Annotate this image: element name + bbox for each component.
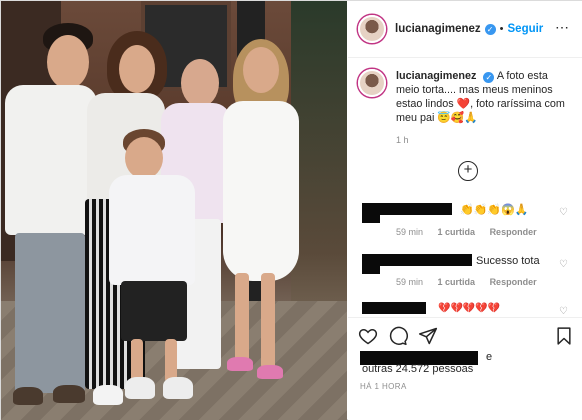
redacted-username <box>362 203 452 215</box>
comment-text: 👏👏👏😱🙏 <box>460 204 529 216</box>
redacted-avatar <box>362 266 380 274</box>
caption-username[interactable]: lucianagimenez <box>396 70 476 82</box>
redacted-avatar <box>362 215 380 223</box>
header-separator: • <box>499 23 504 35</box>
plus-circle-icon[interactable]: + <box>458 161 478 181</box>
photo-person-5 <box>213 1 313 420</box>
caption-time: 1 h <box>396 135 409 145</box>
post-sidebar: lucianagimenez ✓ • Seguir ⋯ lucianagimen… <box>348 1 582 420</box>
header-username[interactable]: lucianagimenez <box>395 23 481 35</box>
verified-badge-icon: ✓ <box>484 23 496 35</box>
comment-time: 59 min <box>396 277 424 287</box>
more-options-icon[interactable]: ⋯ <box>555 19 570 36</box>
comment-like-icon[interactable]: ♡ <box>559 306 568 317</box>
likes-conjunction: e <box>486 351 493 363</box>
comment-likes[interactable]: 1 curtida <box>438 277 476 287</box>
photo-person-4 <box>109 121 199 420</box>
comment-meta: 59 min 1 curtida Responder <box>396 227 549 237</box>
comment-likes[interactable]: 1 curtida <box>438 227 476 237</box>
post-photo[interactable] <box>1 1 347 420</box>
caption-avatar[interactable] <box>358 69 386 97</box>
heart-outline-icon[interactable] <box>358 326 378 346</box>
paper-plane-icon[interactable] <box>418 326 438 346</box>
follow-button[interactable]: Seguir <box>508 23 544 35</box>
comment-time: 59 min <box>396 227 424 237</box>
comment-bubble-icon[interactable] <box>388 326 408 346</box>
redacted-username <box>362 254 472 266</box>
reply-button[interactable]: Responder <box>490 227 537 237</box>
caption-body: lucianagimenez ✓ A foto esta meio torta.… <box>396 69 574 125</box>
comment-like-icon[interactable]: ♡ <box>559 259 568 270</box>
redacted-username <box>362 302 426 314</box>
photo-person-1 <box>1 1 97 420</box>
post-timestamp[interactable]: HÁ 1 HORA <box>360 382 407 391</box>
post-caption: lucianagimenez ✓ A foto esta meio torta.… <box>358 69 576 125</box>
bookmark-icon[interactable] <box>554 326 574 346</box>
comment-text: Sucesso tota <box>476 255 540 267</box>
verified-badge-icon: ✓ <box>483 72 495 83</box>
reply-button[interactable]: Responder <box>490 277 537 287</box>
post-header: lucianagimenez ✓ • Seguir ⋯ <box>348 1 582 58</box>
comment-text: 💔💔💔💔💔 <box>438 303 501 314</box>
actions-divider <box>348 317 582 318</box>
comment-meta: 59 min 1 curtida Responder <box>396 277 549 287</box>
avatar[interactable] <box>358 15 386 43</box>
likes-count[interactable]: outras 24.572 pessoas <box>362 363 473 375</box>
comment-like-icon[interactable]: ♡ <box>559 207 568 218</box>
instagram-post: lucianagimenez ✓ • Seguir ⋯ lucianagimen… <box>0 0 582 420</box>
